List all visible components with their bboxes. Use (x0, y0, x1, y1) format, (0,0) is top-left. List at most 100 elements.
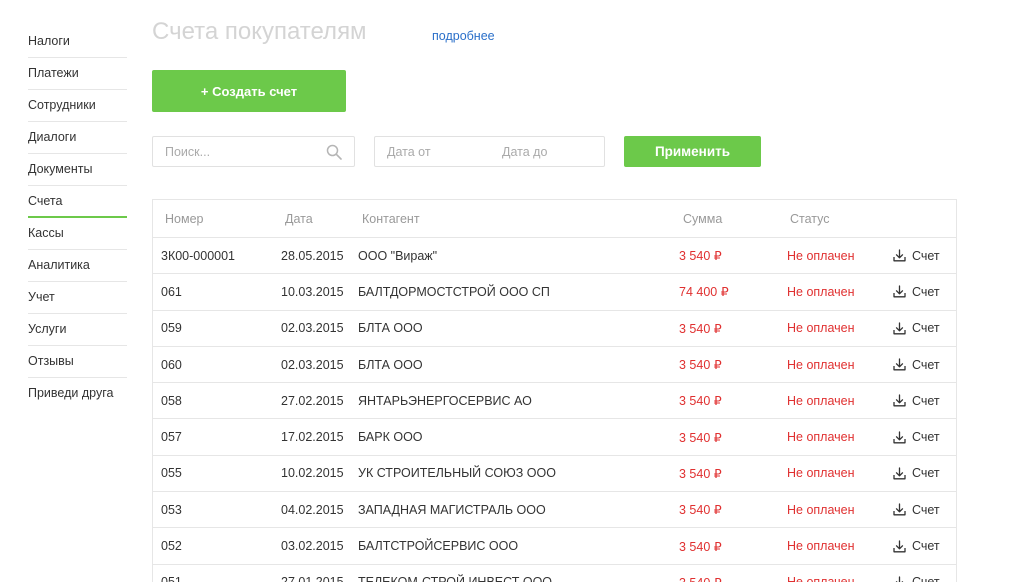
invoice-contractor: БЛТА ООО (358, 357, 423, 372)
download-invoice-button[interactable]: Счет (893, 311, 940, 346)
download-icon (893, 430, 906, 444)
download-icon (893, 285, 906, 298)
invoice-contractor: УК СТРОИТЕЛЬНЫЙ СОЮЗ ООО (358, 466, 556, 481)
invoice-date: 28.05.2015 (281, 248, 344, 263)
sidebar-item-services[interactable]: Услуги (28, 314, 127, 346)
download-label: Счет (912, 575, 940, 582)
invoice-number: 057 (161, 430, 182, 445)
invoice-number: 3К00-000001 (161, 248, 236, 263)
table-row[interactable]: 052 03.02.2015 БАЛТСТРОЙСЕРВИС ООО 3 540 ₽ Н… (153, 528, 956, 565)
column-header-date[interactable]: Дата (285, 200, 313, 237)
search-icon[interactable] (326, 144, 342, 160)
more-info-link[interactable]: подробнее (432, 29, 495, 43)
table-header: Номер Дата Контагент Сумма Статус (153, 200, 956, 238)
invoice-number: 059 (161, 321, 182, 336)
invoice-sum: 3 540 ₽ (679, 394, 722, 409)
download-icon (893, 249, 906, 262)
download-invoice-button[interactable]: Счет (893, 347, 940, 382)
invoice-sum: 3 540 ₽ (679, 358, 722, 373)
table-row[interactable]: 055 10.02.2015 УК СТРОИТЕЛЬНЫЙ СОЮЗ ООО 3 5… (153, 456, 956, 493)
status-badge: Не оплачен (787, 393, 855, 408)
sidebar-item-reviews[interactable]: Отзывы (28, 346, 127, 378)
sidebar-item-refer-friend[interactable]: Приведи друга (28, 378, 127, 410)
invoice-contractor: БАРК ООО (358, 430, 423, 445)
search-input[interactable] (153, 137, 313, 166)
date-to-input[interactable] (490, 137, 605, 166)
download-invoice-button[interactable]: Счет (893, 274, 940, 309)
table-row[interactable]: 053 04.02.2015 ЗАПАДНАЯ МАГИСТРАЛЬ ООО 3 54… (153, 492, 956, 529)
download-icon (893, 322, 906, 335)
sidebar-item-accounting[interactable]: Учет (28, 282, 127, 314)
invoice-contractor: БЛТА ООО (358, 321, 423, 336)
table-row[interactable]: 059 02.03.2015 БЛТА ООО 3 540 ₽ Не оплачен Сч… (153, 311, 956, 347)
apply-button[interactable]: Применить (624, 136, 761, 167)
download-icon (893, 358, 906, 371)
table-row[interactable]: 061 10.03.2015 БАЛТДОРМОСТСТРОЙ ООО СП 74 4… (153, 274, 956, 311)
sidebar-item-taxes[interactable]: Налоги (28, 26, 127, 58)
download-label: Счет (912, 502, 940, 517)
table-body: 3К00-000001 28.05.2015 ООО "Вираж" 3 540 ₽ Н… (153, 238, 956, 582)
invoice-number: 051 (161, 565, 182, 582)
invoice-contractor: ТЕЛЕКОМ-СТРОЙ ИНВЕСТ ООО (358, 565, 552, 582)
sidebar-nav: Налоги Платежи Сотрудники Диалоги Докуме… (28, 26, 127, 410)
invoice-sum: 3 540 ₽ (679, 466, 722, 481)
download-invoice-button[interactable]: Счет (893, 456, 940, 491)
invoice-date: 10.02.2015 (281, 466, 344, 481)
invoice-sum: 3 540 ₽ (679, 430, 722, 445)
invoice-sum: 3 540 ₽ (679, 565, 722, 582)
sidebar-item-documents[interactable]: Документы (28, 154, 127, 186)
download-invoice-button[interactable]: Счет (893, 238, 940, 273)
invoice-contractor: ООО "Вираж" (358, 248, 438, 263)
invoice-contractor: ЯНТАРЬЭНЕРГОСЕРВИС АО (358, 393, 532, 408)
column-header-status[interactable]: Статус (790, 200, 830, 237)
sidebar-item-invoices[interactable]: Счета (28, 186, 127, 218)
invoice-sum: 3 540 ₽ (679, 539, 722, 554)
download-label: Счет (912, 321, 940, 336)
invoice-date: 02.03.2015 (281, 321, 344, 336)
invoice-date: 27.02.2015 (281, 393, 344, 408)
table-row[interactable]: 060 02.03.2015 БЛТА ООО 3 540 ₽ Не оплачен Сч… (153, 347, 956, 384)
invoice-contractor: БАЛТСТРОЙСЕРВИС ООО (358, 539, 519, 554)
invoice-sum: 3 540 ₽ (679, 321, 722, 336)
column-header-number[interactable]: Номер (165, 200, 203, 237)
create-invoice-button[interactable]: + Создать счет (152, 70, 346, 112)
status-badge: Не оплачен (787, 502, 855, 517)
table-row[interactable]: 051 27.01.2015 ТЕЛЕКОМ-СТРОЙ ИНВЕСТ ООО 3 5… (153, 565, 956, 582)
date-range (374, 136, 605, 167)
invoice-sum: 3 540 ₽ (679, 503, 722, 518)
status-badge: Не оплачен (787, 248, 855, 263)
sidebar-item-employees[interactable]: Сотрудники (28, 90, 127, 122)
download-icon (895, 576, 904, 582)
table-row[interactable]: 3К00-000001 28.05.2015 ООО "Вираж" 3 540 ₽ Н… (153, 238, 956, 275)
sidebar-item-cash[interactable]: Кассы (28, 218, 127, 250)
download-icon (893, 467, 906, 480)
table-row[interactable]: 058 27.02.2015 ЯНТАРЬЭНЕРГОСЕРВИС АО 3 540 … (153, 383, 956, 420)
sidebar-item-dialogs[interactable]: Диалоги (28, 122, 127, 154)
invoice-number: 052 (161, 539, 182, 554)
invoice-date: 02.03.2015 (281, 357, 344, 372)
status-badge: Не оплачен (787, 321, 855, 336)
download-icon (893, 503, 906, 516)
invoice-number: 058 (161, 393, 182, 408)
sidebar-item-analytics[interactable]: Аналитика (28, 250, 127, 282)
download-invoice-button[interactable]: Счет (893, 528, 940, 563)
sidebar-item-payments[interactable]: Платежи (28, 58, 127, 90)
download-label: Счет (912, 284, 940, 299)
column-header-contractor[interactable]: Контагент (362, 200, 420, 237)
download-invoice-button[interactable]: Счет (893, 383, 940, 418)
page-title: Счета покупателям (152, 18, 367, 45)
table-row[interactable]: 057 17.02.2015 БАРК ООО 3 540 ₽ Не оплачен Сч… (153, 419, 956, 456)
column-header-sum[interactable]: Сумма (683, 200, 722, 237)
invoice-sum: 74 400 ₽ (679, 285, 729, 300)
download-invoice-button[interactable]: Счет (893, 565, 940, 582)
download-invoice-button[interactable]: Счет (893, 492, 940, 527)
download-label: Счет (912, 357, 940, 372)
invoice-number: 061 (161, 284, 182, 299)
download-invoice-button[interactable]: Счет (893, 419, 940, 454)
invoice-number: 055 (161, 466, 182, 481)
invoice-date: 10.03.2015 (281, 284, 344, 299)
status-badge: Не оплачен (787, 430, 855, 445)
status-badge: Не оплачен (787, 357, 855, 372)
invoice-date: 17.02.2015 (281, 430, 344, 445)
date-from-input[interactable] (375, 137, 490, 166)
